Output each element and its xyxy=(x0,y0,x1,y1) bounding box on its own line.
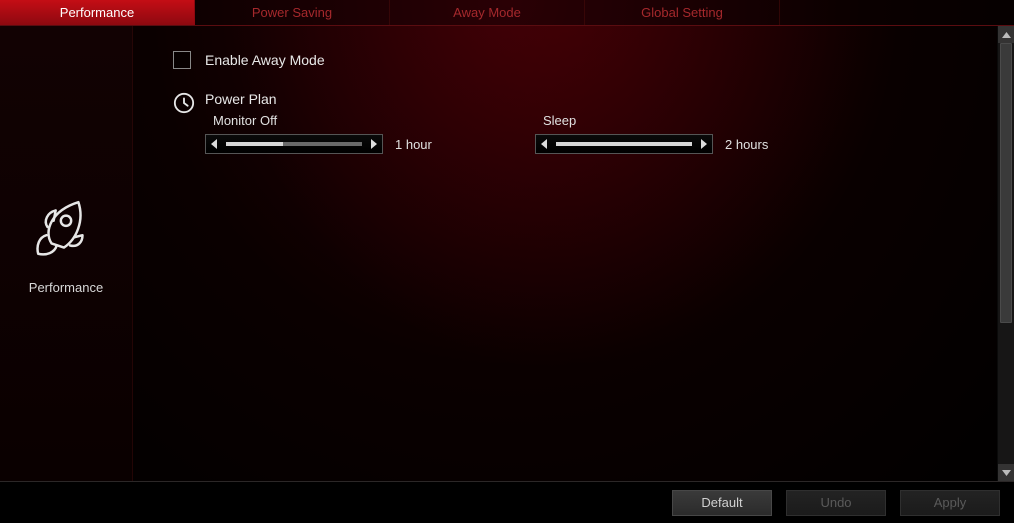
scrollbar-track[interactable] xyxy=(998,43,1014,464)
footer: Default Undo Apply xyxy=(0,481,1014,523)
scrollbar-thumb[interactable] xyxy=(1000,43,1012,323)
tab-global-setting[interactable]: Global Setting xyxy=(585,0,780,25)
monitor-off-value: 1 hour xyxy=(395,137,432,152)
sleep-label: Sleep xyxy=(535,113,795,128)
chevron-left-icon[interactable] xyxy=(540,139,550,149)
power-plan-title: Power Plan xyxy=(205,91,957,107)
clock-icon xyxy=(173,92,195,117)
monitor-off-label: Monitor Off xyxy=(205,113,465,128)
chevron-right-icon[interactable] xyxy=(698,139,708,149)
sidebar: Performance xyxy=(0,26,133,481)
sleep-slider[interactable] xyxy=(535,134,713,154)
tab-away-mode[interactable]: Away Mode xyxy=(390,0,585,25)
chevron-left-icon[interactable] xyxy=(210,139,220,149)
sleep-track[interactable] xyxy=(556,142,692,146)
content-area: Enable Away Mode Power Plan xyxy=(133,26,997,481)
chevron-right-icon[interactable] xyxy=(368,139,378,149)
scroll-up-button[interactable] xyxy=(998,26,1014,43)
tab-power-saving[interactable]: Power Saving xyxy=(195,0,390,25)
tab-performance[interactable]: Performance xyxy=(0,0,195,25)
tabbar: Performance Power Saving Away Mode Globa… xyxy=(0,0,1014,26)
monitor-off-track[interactable] xyxy=(226,142,362,146)
monitor-off-slider[interactable] xyxy=(205,134,383,154)
apply-button[interactable]: Apply xyxy=(900,490,1000,516)
default-button[interactable]: Default xyxy=(672,490,772,516)
scroll-down-button[interactable] xyxy=(998,464,1014,481)
undo-button[interactable]: Undo xyxy=(786,490,886,516)
sidebar-label: Performance xyxy=(29,280,103,295)
enable-away-mode-label: Enable Away Mode xyxy=(205,52,325,68)
enable-away-mode-checkbox[interactable] xyxy=(173,51,191,69)
sleep-fill xyxy=(556,142,692,146)
sleep-value: 2 hours xyxy=(725,137,768,152)
vertical-scrollbar[interactable] xyxy=(997,26,1014,481)
rocket-icon xyxy=(33,196,99,262)
monitor-off-fill xyxy=(226,142,283,146)
